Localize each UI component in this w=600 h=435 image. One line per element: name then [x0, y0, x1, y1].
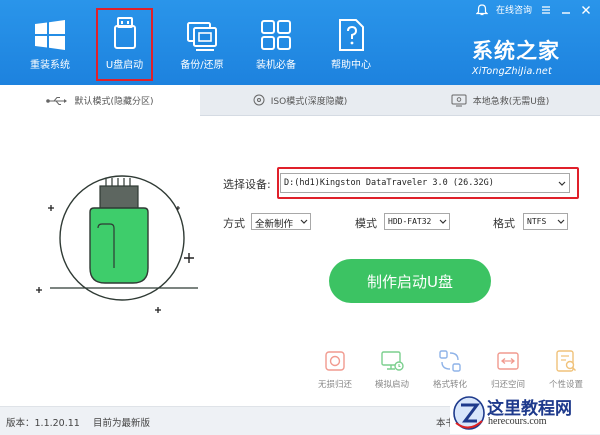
tool-label: 模拟启动 — [374, 380, 409, 390]
close-icon[interactable] — [580, 4, 592, 16]
tool-simulate-boot[interactable]: 模拟启动 — [363, 348, 421, 390]
nav-essentials[interactable]: 装机必备 — [246, 6, 306, 80]
brand-title: 系统之家 — [472, 38, 560, 63]
app-grid-icon — [261, 20, 291, 50]
nav-label: U盘启动 — [105, 60, 144, 71]
bell-icon — [475, 3, 488, 15]
brand-logo: 系统之家 XiTongZhiJia.net — [472, 35, 560, 77]
nav-label: 装机必备 — [256, 60, 296, 71]
nav-label: 重装系统 — [30, 60, 70, 71]
tab-label: ISO模式(深度隐藏) — [270, 96, 348, 107]
disc-icon — [253, 94, 265, 106]
update-status-text: 目前为最新版 — [93, 418, 151, 429]
nav-backup-restore[interactable]: 备份/还原 — [172, 6, 232, 80]
tool-label: 无损归还 — [317, 380, 352, 390]
mode-label: 模式 — [355, 217, 377, 230]
mode-select[interactable]: HDD-FAT32 — [384, 213, 450, 230]
window-controls: 在线咨询 — [475, 3, 592, 16]
personal-settings-icon — [556, 350, 576, 372]
nav-usb-boot[interactable]: U盘启动 — [96, 8, 153, 81]
help-document-icon — [339, 19, 364, 51]
watermark-logo: 这里教程网 herecours.com — [450, 392, 600, 434]
usb-illustration — [36, 175, 198, 313]
usb-symbol-icon — [46, 96, 68, 105]
method-select[interactable]: 全新制作 — [251, 213, 311, 230]
device-label: 选择设备: — [223, 178, 271, 191]
tool-label: 个性设置 — [548, 380, 583, 390]
local-drive-icon — [451, 94, 467, 106]
tab-label: 本地急救(无需U盘) — [472, 96, 550, 107]
tab-label: 默认模式(隐藏分区) — [74, 97, 154, 107]
tool-label: 归还空间 — [490, 380, 525, 390]
minimize-icon[interactable] — [560, 4, 572, 16]
tool-bar: 无损归还 模拟启动 格式转化 归还空间 个性设置 — [306, 348, 596, 393]
format-convert-icon — [439, 350, 461, 372]
tool-reclaim-space[interactable]: 归还空间 — [479, 348, 537, 390]
tool-personal-settings[interactable]: 个性设置 — [537, 348, 595, 390]
windows-logo-icon — [35, 20, 65, 50]
create-boot-usb-button[interactable]: 制作启动U盘 — [329, 259, 491, 303]
method-value: 全新制作 — [255, 219, 294, 230]
mode-tabs: 默认模式(隐藏分区) ISO模式(深度隐藏) 本地急救(无需U盘) — [0, 85, 600, 116]
online-support-link[interactable]: 在线咨询 — [496, 3, 532, 16]
backup-restore-icon — [187, 22, 217, 51]
tool-label: 格式转化 — [432, 380, 467, 390]
tool-format-convert[interactable]: 格式转化 — [421, 348, 479, 390]
menu-icon[interactable] — [540, 4, 552, 16]
nav-label: 帮助中心 — [331, 60, 371, 71]
usb-drive-icon — [113, 17, 136, 49]
chevron-down-icon[interactable] — [555, 214, 567, 229]
tab-local-rescue[interactable]: 本地急救(无需U盘) — [400, 85, 600, 115]
nav-help-center[interactable]: 帮助中心 — [321, 6, 381, 80]
nav-reinstall-system[interactable]: 重装系统 — [20, 6, 80, 80]
tab-default-mode[interactable]: 默认模式(隐藏分区) — [0, 85, 200, 116]
chevron-down-icon[interactable] — [298, 214, 310, 229]
top-header: 重装系统 U盘启动 备份/还原 装机必备 帮助中心 在线咨询 系统之家 XiTo… — [0, 0, 600, 85]
format-label: 格式 — [493, 217, 515, 230]
nav-label: 备份/还原 — [180, 60, 224, 71]
tool-restore[interactable]: 无损归还 — [306, 348, 364, 390]
version-text: 版本：1.1.20.11 — [6, 418, 80, 429]
brand-url: XiTongZhiJia.net — [472, 66, 552, 77]
method-label: 方式 — [223, 217, 245, 230]
reclaim-space-icon — [497, 352, 519, 370]
format-value: NTFS — [527, 217, 547, 226]
simulate-boot-icon — [381, 351, 404, 371]
format-select[interactable]: NTFS — [523, 213, 568, 230]
watermark-emblem-icon — [453, 396, 485, 430]
mode-value: HDD-FAT32 — [388, 217, 432, 226]
tab-iso-mode[interactable]: ISO模式(深度隐藏) — [200, 85, 400, 115]
restore-icon — [325, 351, 345, 371]
device-highlight-box — [277, 167, 579, 199]
watermark-url: herecours.com — [488, 416, 547, 427]
chevron-down-icon[interactable] — [437, 214, 449, 229]
